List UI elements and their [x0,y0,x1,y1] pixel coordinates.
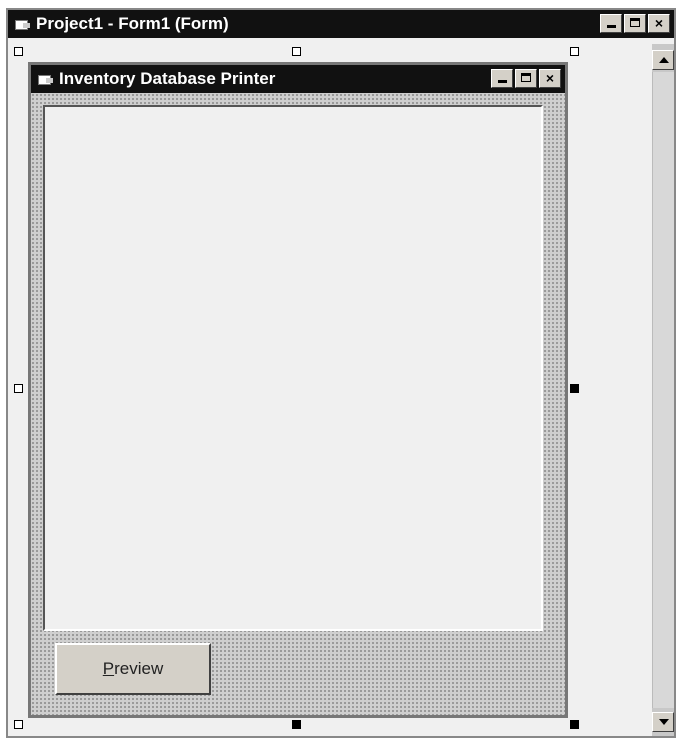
form-icon [14,17,32,31]
preview-button[interactable]: Preview [55,643,211,695]
maximize-icon [521,73,531,82]
form-icon [37,72,55,86]
resize-handle-top[interactable] [292,47,301,56]
close-icon: × [545,70,555,86]
form-title: Inventory Database Printer [59,69,276,88]
minimize-icon [607,25,616,28]
designer-window-controls: × [600,14,670,33]
resize-handle-top-right[interactable] [570,47,579,56]
arrow-down-icon [659,719,669,725]
close-button[interactable]: × [648,14,670,33]
preview-picturebox[interactable] [43,105,543,631]
scroll-up-button[interactable] [652,50,674,70]
resize-handle-top-left[interactable] [14,47,23,56]
scroll-down-button[interactable] [652,712,674,732]
form-maximize-button[interactable] [515,69,537,88]
arrow-up-icon [659,57,669,63]
resize-handle-left[interactable] [14,384,23,393]
resize-handle-bottom-left[interactable] [14,720,23,729]
resize-handle-bottom-right[interactable] [570,720,579,729]
form-titlebar[interactable]: Inventory Database Printer × [31,65,565,93]
form-window-controls: × [491,69,561,88]
resize-handle-bottom[interactable] [292,720,301,729]
vertical-scrollbar[interactable] [652,44,674,736]
form-client-area[interactable]: Preview [31,93,565,715]
form-close-button[interactable]: × [539,69,561,88]
designer-titlebar[interactable]: Project1 - Form1 (Form) × [8,10,674,38]
close-icon: × [654,15,664,31]
designer-title: Project1 - Form1 (Form) [36,14,229,33]
minimize-icon [498,80,507,83]
minimize-button[interactable] [600,14,622,33]
resize-handle-right[interactable] [570,384,579,393]
preview-button-label: Preview [102,659,164,678]
form-minimize-button[interactable] [491,69,513,88]
maximize-button[interactable] [624,14,646,33]
scroll-thumb[interactable] [652,72,674,708]
maximize-icon [630,18,640,27]
inventory-form[interactable]: Inventory Database Printer × Preview [28,62,568,718]
